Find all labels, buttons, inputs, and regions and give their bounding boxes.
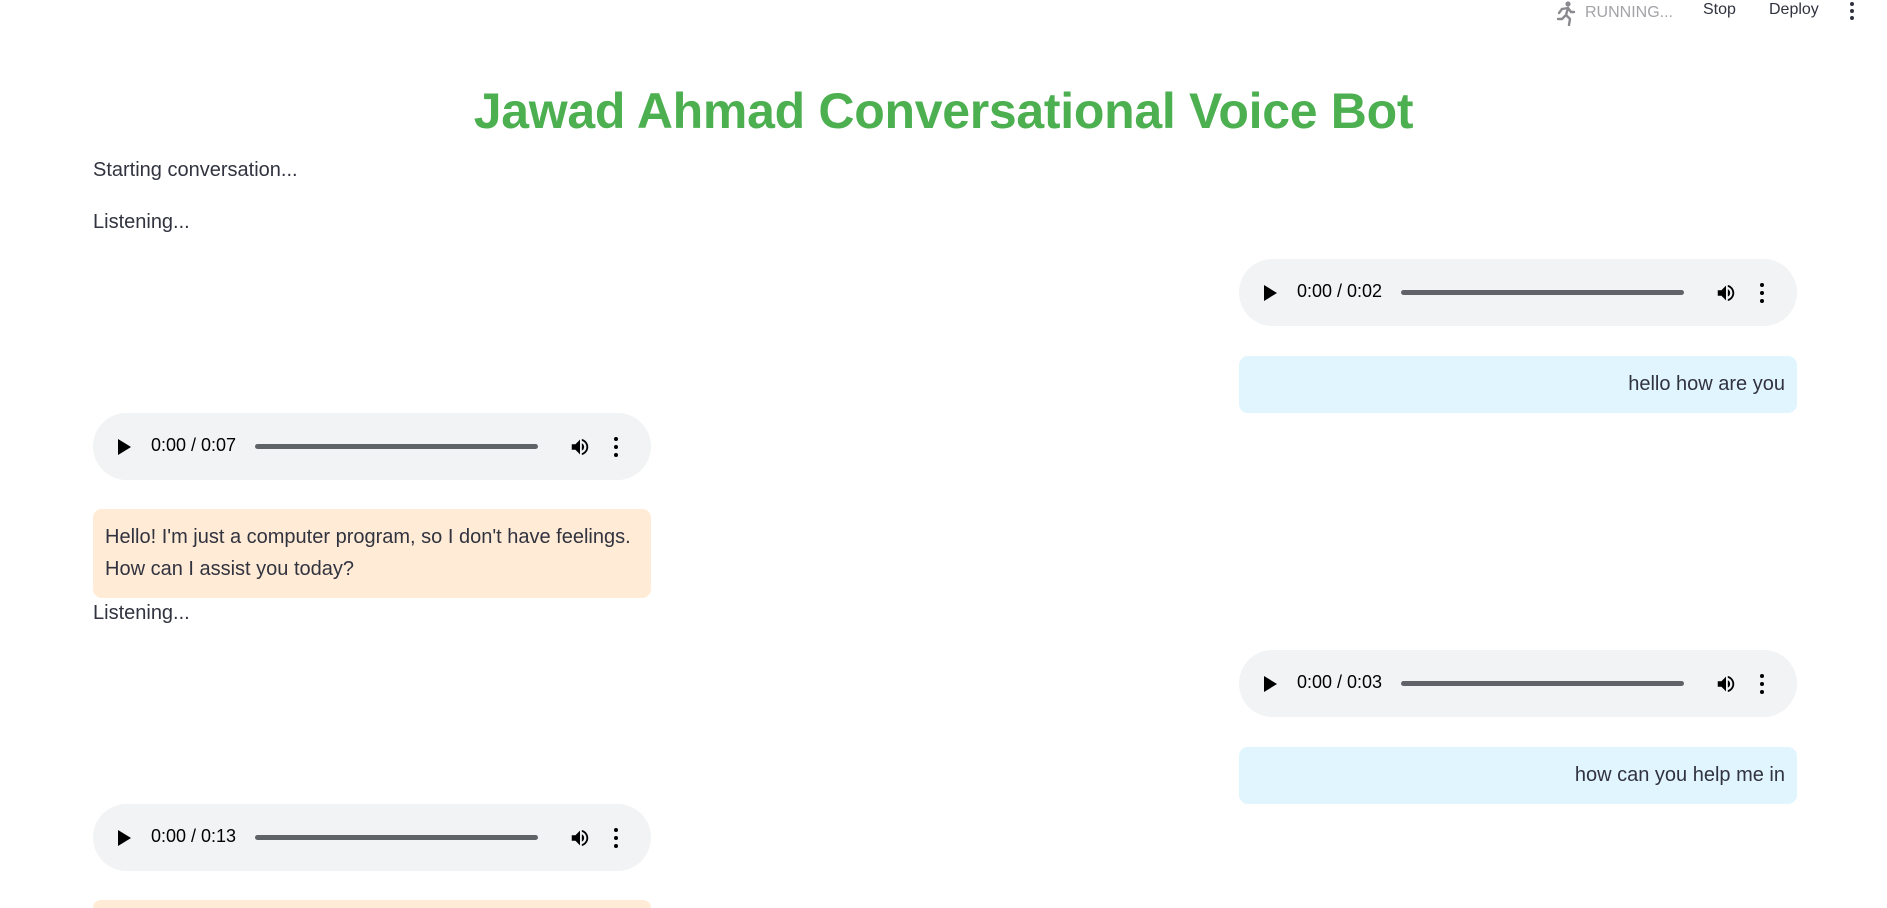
- audio-more-icon[interactable]: [613, 437, 619, 457]
- audio-more-icon[interactable]: [613, 828, 619, 848]
- user-message-1: hello how are you: [1239, 356, 1797, 413]
- status-listening-2: Listening...: [93, 602, 190, 624]
- stop-button[interactable]: Stop: [1703, 1, 1736, 19]
- user-audio-player-2: 0:00 / 0:03: [1239, 650, 1797, 717]
- volume-icon[interactable]: [1715, 673, 1737, 695]
- audio-time: 0:00 / 0:02: [1297, 281, 1383, 301]
- bot-message-1: Hello! I'm just a computer program, so I…: [93, 509, 651, 598]
- main-menu-icon[interactable]: [1848, 2, 1856, 20]
- audio-time: 0:00 / 0:13: [151, 826, 237, 846]
- volume-icon[interactable]: [569, 436, 591, 458]
- app-toolbar: RUNNING... Stop Deploy: [0, 0, 1887, 28]
- audio-time: 0:00 / 0:03: [1297, 672, 1383, 692]
- play-icon[interactable]: [118, 439, 131, 455]
- audio-seek-bar[interactable]: [1401, 681, 1684, 686]
- audio-seek-bar[interactable]: [255, 444, 538, 449]
- volume-icon[interactable]: [1715, 282, 1737, 304]
- running-status: RUNNING...: [1553, 0, 1673, 26]
- bot-message-2-partial: [93, 900, 651, 908]
- play-icon[interactable]: [1264, 676, 1277, 692]
- deploy-button[interactable]: Deploy: [1769, 1, 1819, 19]
- running-person-icon: [1553, 0, 1577, 26]
- running-status-text: RUNNING...: [1585, 4, 1673, 21]
- status-listening-1: Listening...: [93, 211, 190, 233]
- user-audio-player-1: 0:00 / 0:02: [1239, 259, 1797, 326]
- audio-time: 0:00 / 0:07: [151, 435, 237, 455]
- bot-audio-player-1: 0:00 / 0:07: [93, 413, 651, 480]
- status-starting: Starting conversation...: [93, 159, 298, 181]
- bot-audio-player-2: 0:00 / 0:13: [93, 804, 651, 871]
- audio-more-icon[interactable]: [1759, 674, 1765, 694]
- audio-seek-bar[interactable]: [255, 835, 538, 840]
- audio-more-icon[interactable]: [1759, 283, 1765, 303]
- page-title: Jawad Ahmad Conversational Voice Bot: [473, 83, 1414, 139]
- play-icon[interactable]: [118, 830, 131, 846]
- play-icon[interactable]: [1264, 285, 1277, 301]
- audio-seek-bar[interactable]: [1401, 290, 1684, 295]
- volume-icon[interactable]: [569, 827, 591, 849]
- user-message-2: how can you help me in: [1239, 747, 1797, 804]
